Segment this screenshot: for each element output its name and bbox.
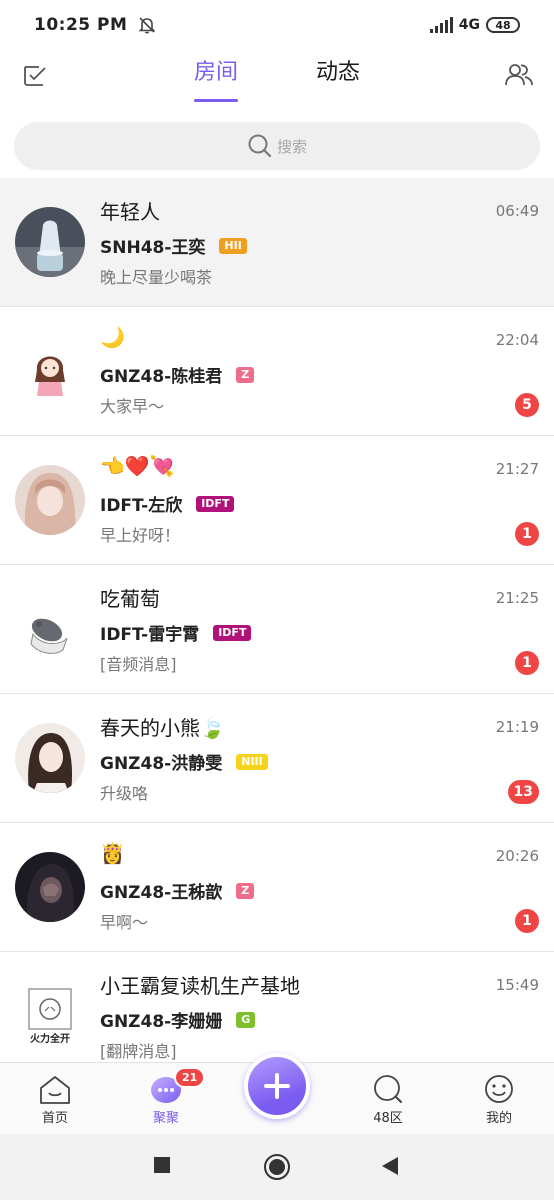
home-button-icon[interactable] (263, 1153, 291, 1181)
last-message: 早上好呀！ (100, 526, 181, 545)
signal-icon (429, 17, 453, 33)
room-row[interactable]: 🌙 22:04 GNZ48-陈桂君 Z 大家早～ 5 (0, 307, 554, 436)
team-badge: NIII (236, 753, 268, 770)
battery-indicator: 48 (486, 17, 520, 33)
room-time: 21:19 (495, 718, 539, 736)
room-title: 👸 (100, 841, 125, 865)
avatar (15, 465, 85, 535)
room-title: 春天的小熊🍃 (100, 716, 225, 740)
search-circle-icon (374, 1075, 402, 1103)
room-title: 吃葡萄 (100, 587, 160, 611)
nav-gather[interactable]: 聚聚 21 (126, 1067, 206, 1126)
room-time: 20:26 (495, 847, 539, 865)
system-nav-bar (0, 1134, 554, 1200)
member-name: IDFT-雷宇霄 (100, 625, 200, 645)
member-name: GNZ48-王秭歆 (100, 883, 223, 903)
unread-badge: 1 (515, 909, 539, 933)
search-icon (248, 134, 272, 158)
member-name: GNZ48-洪静雯 (100, 754, 223, 774)
network-type: 4G (458, 17, 480, 33)
member-line: IDFT-雷宇霄 IDFT (100, 620, 252, 645)
member-line: IDFT-左欣 IDFT (100, 491, 235, 516)
last-message: 升级咯 (100, 784, 149, 803)
member-name: GNZ48-李姗姗 (100, 1012, 223, 1032)
team-badge: IDFT (196, 495, 235, 512)
team-badge: Z (236, 366, 255, 383)
smiley-icon (485, 1075, 513, 1103)
room-title: 🌙 (100, 325, 125, 349)
room-row[interactable]: 👸 20:26 GNZ48-王秭歆 Z 早啊～ 1 (0, 823, 554, 952)
search-placeholder: 搜索 (276, 137, 307, 156)
status-time: 10:25 PM (34, 15, 128, 35)
team-badge: Z (236, 882, 255, 899)
last-message: 晚上尽量少喝茶 (100, 268, 213, 287)
contacts-icon[interactable] (504, 60, 534, 90)
nav-home-label: 首页 (41, 1111, 68, 1126)
room-row[interactable]: 春天的小熊🍃 21:19 GNZ48-洪静雯 NIII 升级咯 13 (0, 694, 554, 823)
member-line: GNZ48-洪静雯 NIII (100, 749, 268, 774)
avatar (15, 852, 85, 922)
plus-icon (264, 1073, 290, 1099)
nav-district-label: 48区 (373, 1111, 403, 1126)
unread-badge: 5 (515, 393, 539, 417)
room-title: 小王霸复读机生产基地 (100, 974, 300, 998)
avatar (15, 336, 85, 406)
room-row[interactable]: 年轻人 06:49 SNH48-王奕 HII 晚上尽量少喝茶 (0, 178, 554, 307)
room-time: 21:25 (495, 589, 539, 607)
nav-home[interactable]: 首页 (15, 1073, 95, 1126)
nav-mine-label: 我的 (485, 1111, 512, 1126)
room-time: 21:27 (495, 460, 539, 478)
avatar (15, 594, 85, 664)
last-message: [翻牌消息] (100, 1042, 177, 1061)
last-message: [音频消息] (100, 655, 177, 674)
last-message: 大家早～ (100, 397, 165, 416)
bottom-nav: 首页 聚聚 21 48区 我的 (0, 1053, 554, 1134)
room-list: 年轻人 06:49 SNH48-王奕 HII 晚上尽量少喝茶 🌙 22:04 G… (0, 178, 554, 1062)
team-badge: G (236, 1011, 256, 1028)
room-title: 年轻人 (100, 200, 160, 224)
room-row[interactable]: 火力全开 小王霸复读机生产基地 15:49 GNZ48-李姗姗 G [翻牌消息] (0, 952, 554, 1062)
back-icon[interactable] (380, 1156, 400, 1176)
create-button[interactable] (244, 1053, 310, 1119)
avatar-caption: 火力全开 (30, 1034, 70, 1045)
room-time: 15:49 (495, 976, 539, 994)
avatar (15, 207, 85, 277)
team-badge: IDFT (213, 624, 252, 641)
team-badge: HII (219, 237, 247, 254)
last-message: 早啊～ (100, 913, 149, 932)
room-row[interactable]: 👈❤️💘 21:27 IDFT-左欣 IDFT 早上好呀！ 1 (0, 436, 554, 565)
member-line: SNH48-王奕 HII (100, 233, 247, 258)
room-time: 06:49 (495, 202, 539, 220)
bell-muted-icon (138, 17, 156, 34)
avatar: 火力全开 (15, 981, 85, 1051)
member-name: SNH48-王奕 (100, 238, 206, 258)
home-icon (40, 1076, 70, 1104)
member-name: IDFT-左欣 (100, 496, 183, 516)
search-bar[interactable]: 搜索 (14, 122, 540, 170)
nav-district[interactable]: 48区 (348, 1073, 428, 1126)
nav-mine[interactable]: 我的 (459, 1073, 539, 1126)
nav-gather-badge: 21 (174, 1067, 206, 1088)
tab-rooms[interactable]: 房间 (193, 56, 239, 102)
member-line: GNZ48-陈桂君 Z (100, 362, 255, 387)
unread-badge: 13 (507, 780, 539, 804)
nav-gather-label: 聚聚 (152, 1111, 179, 1126)
avatar (15, 723, 85, 793)
member-name: GNZ48-陈桂君 (100, 367, 223, 387)
member-line: GNZ48-王秭歆 Z (100, 878, 255, 903)
recents-icon[interactable] (153, 1156, 171, 1174)
tab-feed[interactable]: 动态 (316, 56, 360, 102)
status-bar: 10:25 PM 4G 48 (0, 0, 554, 50)
room-row[interactable]: 吃葡萄 21:25 IDFT-雷宇霄 IDFT [音频消息] 1 (0, 565, 554, 694)
room-time: 22:04 (495, 331, 539, 349)
room-title: 👈❤️💘 (100, 454, 175, 478)
header: 房间 动态 (0, 50, 554, 110)
status-right: 4G 48 (429, 17, 520, 33)
tab-bar: 房间 动态 (0, 56, 554, 102)
unread-badge: 1 (515, 522, 539, 546)
unread-badge: 1 (515, 651, 539, 675)
member-line: GNZ48-李姗姗 G (100, 1007, 256, 1032)
